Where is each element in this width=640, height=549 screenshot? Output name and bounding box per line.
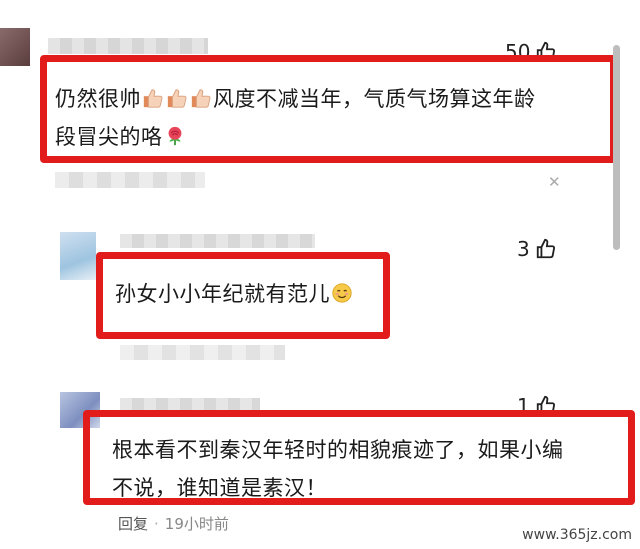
comment-text-part: 风度不减当年，气质气场算这年龄 xyxy=(213,87,536,111)
comment-text: 孙女小小年纪就有范儿 xyxy=(115,275,354,313)
thumbs-up-icon xyxy=(167,89,187,108)
comment-text-line1: 根本看不到秦汉年轻时的相貌痕迹了，如果小编 xyxy=(112,438,564,462)
avatar[interactable] xyxy=(0,28,30,66)
comment-footer: 回复 · 19小时前 xyxy=(118,513,229,534)
thumbs-up-icon xyxy=(191,89,211,108)
reply-bar-blurred[interactable] xyxy=(55,172,205,188)
watermark: www.365jz.com xyxy=(522,527,632,543)
avatar[interactable] xyxy=(60,232,96,280)
username-blurred[interactable] xyxy=(120,234,315,248)
username-blurred[interactable] xyxy=(48,38,208,54)
rose-icon xyxy=(168,126,181,146)
comment-text: 根本看不到秦汉年轻时的相貌痕迹了，如果小编 不说，谁知道是素汉！ xyxy=(112,431,564,507)
thumbs-up-icon[interactable] xyxy=(535,238,557,260)
timestamp: 19小时前 xyxy=(164,515,229,533)
reply-button[interactable]: 回复 xyxy=(118,515,148,533)
thumbs-up-icon xyxy=(143,89,163,108)
scrollbar[interactable] xyxy=(613,45,620,250)
like-count-value: 3 xyxy=(517,237,530,261)
comment-text-part: 仍然很帅 xyxy=(55,87,141,111)
comment-text: 仍然很帅 风度不减当年，气质气场算这年龄 段冒尖的咯 xyxy=(55,80,536,156)
separator: · xyxy=(154,515,159,533)
like-count[interactable]: 3 xyxy=(517,237,557,261)
comment-text-line: 孙女小小年纪就有范儿 xyxy=(115,282,330,306)
close-icon[interactable]: ✕ xyxy=(548,173,561,191)
blush-icon xyxy=(332,283,352,303)
reply-bar-blurred[interactable] xyxy=(120,345,285,360)
comment-text-line2: 不说，谁知道是素汉！ xyxy=(112,476,327,500)
comment-text-line2: 段冒尖的咯 xyxy=(55,125,163,149)
